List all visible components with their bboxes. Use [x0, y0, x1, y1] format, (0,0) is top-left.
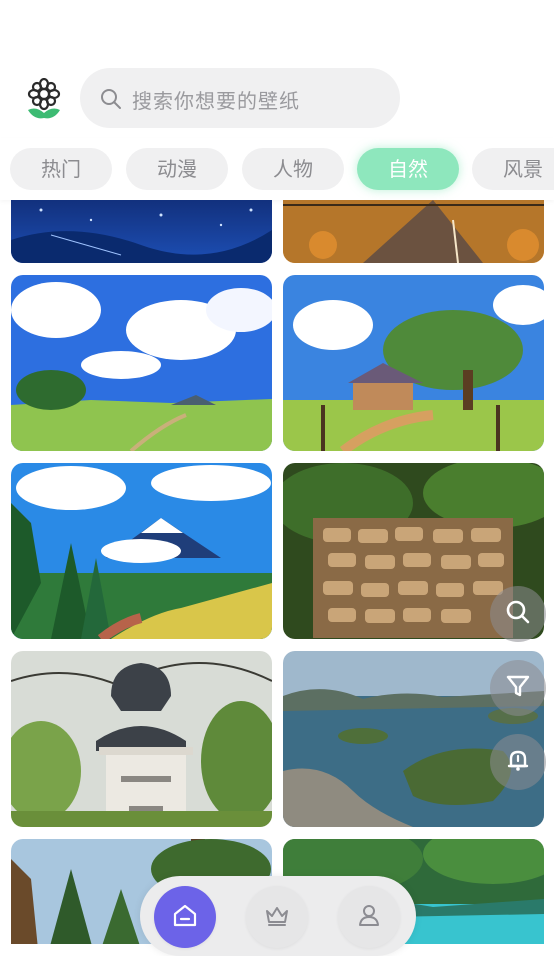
floating-notification-button[interactable]: [490, 734, 546, 790]
nav-profile-button[interactable]: [338, 886, 400, 948]
home-icon: [171, 901, 199, 933]
search-icon: [505, 599, 531, 629]
search-icon: [100, 88, 122, 110]
wallpaper-card-night-sky[interactable]: [11, 200, 272, 263]
tab-nature[interactable]: 自然: [357, 148, 459, 190]
wallpaper-card-farmhouse[interactable]: [283, 275, 544, 451]
wallpaper-card-sunset-road[interactable]: [283, 200, 544, 263]
tab-people[interactable]: 人物: [242, 148, 344, 190]
tab-anime[interactable]: 动漫: [126, 148, 228, 190]
flower-icon[interactable]: [24, 77, 64, 120]
floating-filter-button[interactable]: [490, 660, 546, 716]
user-icon: [355, 901, 383, 933]
wallpaper-card-mount-fuji[interactable]: [11, 463, 272, 639]
tab-scenery[interactable]: 风景: [472, 148, 554, 190]
bell-icon: [505, 747, 531, 777]
floating-search-button[interactable]: [490, 586, 546, 642]
wallpaper-card-anime-meadow[interactable]: [11, 275, 272, 451]
wallpaper-grid: [0, 200, 554, 944]
wallpaper-card-bust-statue[interactable]: [11, 651, 272, 827]
search-placeholder: 搜索你想要的壁纸: [132, 89, 300, 113]
crown-icon: [263, 901, 291, 933]
search-bar[interactable]: 搜索你想要的壁纸: [80, 68, 400, 128]
tab-hot[interactable]: 热门: [10, 148, 112, 190]
app-header: 搜索你想要的壁纸: [0, 0, 554, 138]
nav-vip-button[interactable]: [246, 886, 308, 948]
category-tabs: 热门 动漫 人物 自然 风景: [0, 138, 554, 200]
filter-icon: [505, 673, 531, 703]
bottom-navigation: [140, 876, 416, 956]
nav-home-button[interactable]: [154, 886, 216, 948]
